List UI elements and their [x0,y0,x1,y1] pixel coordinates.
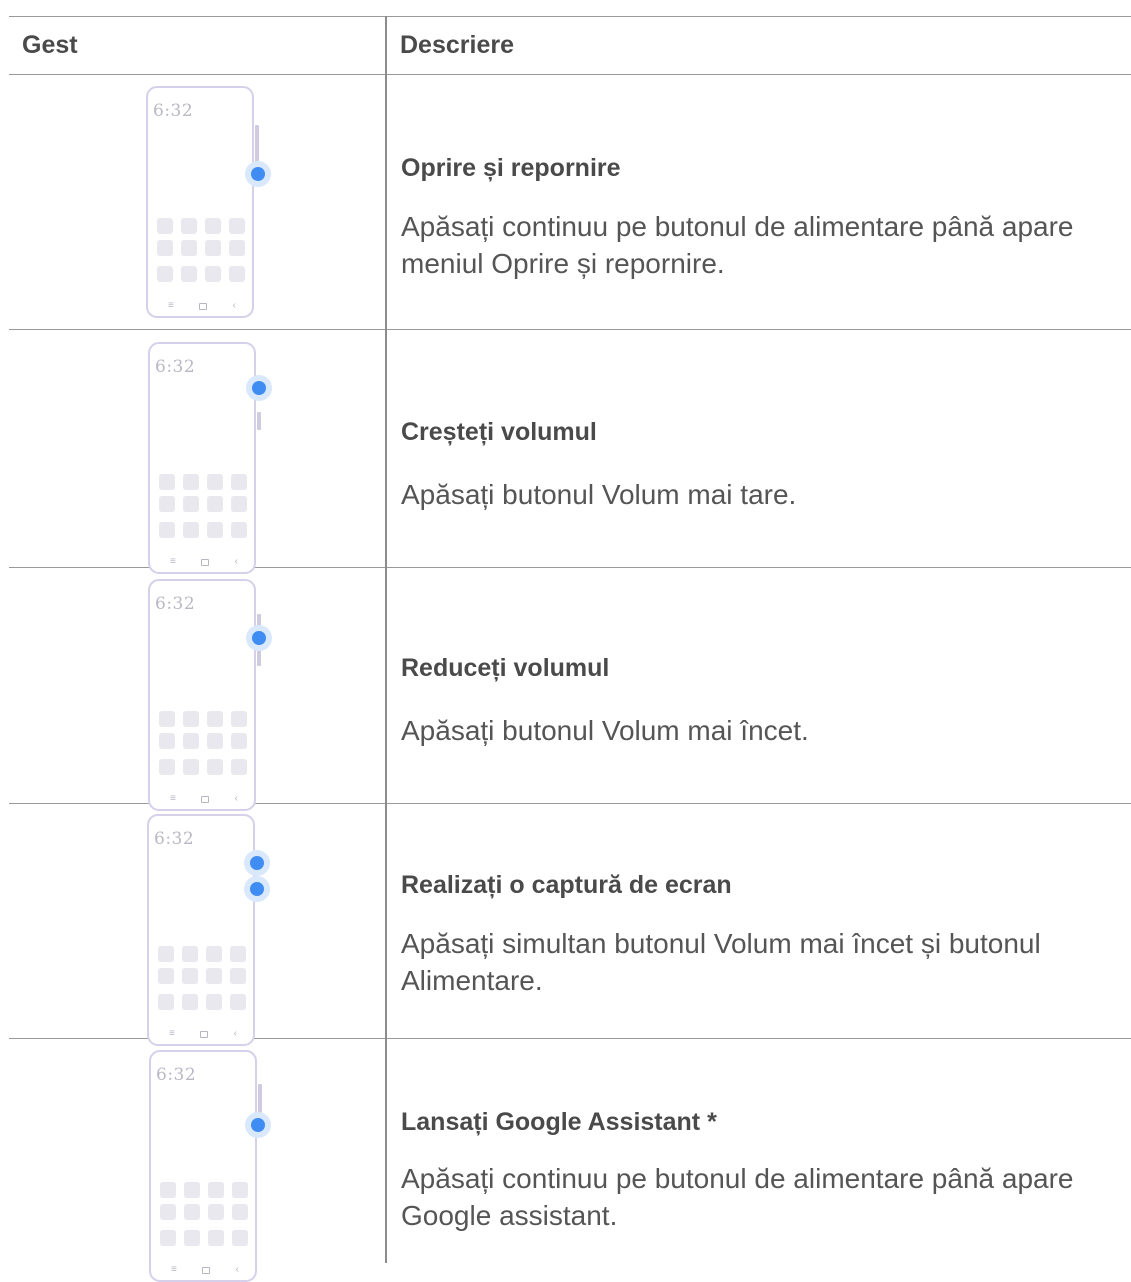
phone-illustration: 6:32 ≡ ‹ [148,579,256,811]
gesture-description: Apăsați butonul Volum mai tare. [401,479,797,510]
phone-illustration: 6:32 ≡ ‹ [148,342,256,574]
menu-icon: ≡ [169,1028,175,1039]
gesture-description: Apăsați continuu pe butonul de alimentar… [401,211,1074,279]
home-icon [201,796,210,803]
phone-clock: 6:32 [155,357,196,377]
gesture-title: Reduceți volumul [401,654,610,682]
nav-bar: ≡ ‹ [170,793,238,804]
press-indicator-icon [246,625,272,651]
home-icon [199,303,208,310]
app-grid [157,218,249,288]
nav-bar: ≡ ‹ [171,1264,239,1275]
home-icon [201,559,210,566]
back-icon: ‹ [232,300,236,311]
back-icon: ‹ [234,556,238,567]
menu-icon: ≡ [170,556,176,567]
app-grid [159,711,251,781]
gesture-title: Creșteți volumul [401,418,597,446]
nav-bar: ≡ ‹ [169,1028,237,1039]
column-divider [385,16,387,1263]
press-indicator-icon [244,850,270,876]
press-indicator-icon [246,375,272,401]
app-grid [158,946,250,1016]
back-icon: ‹ [235,1264,239,1275]
menu-icon: ≡ [168,300,174,311]
press-indicator-icon [245,161,271,187]
app-grid [160,1182,252,1252]
nav-bar: ≡ ‹ [168,300,236,311]
phone-clock: 6:32 [154,829,195,849]
app-grid [159,474,251,544]
phone-illustration: 6:32 ≡ ‹ [149,1050,257,1282]
phone-clock: 6:32 [156,1065,197,1085]
gesture-title: Realizați o captură de ecran [401,871,732,899]
phone-illustration: 6:32 ≡ ‹ [147,814,255,1046]
column-header-description: Descriere [400,31,514,59]
table-top-border [9,16,1131,17]
press-indicator-icon [245,1112,271,1138]
row-divider [9,329,1131,330]
menu-icon: ≡ [171,1264,177,1275]
power-button [255,125,259,163]
menu-icon: ≡ [170,793,176,804]
gesture-description: Apăsați butonul Volum mai încet. [401,715,809,746]
gesture-title: Lansați Google Assistant * [401,1108,717,1136]
column-header-gesture: Gest [22,31,78,59]
gesture-table: Gest Descriere 6:32 ≡ ‹ Oprire și reporni… [0,0,1131,1282]
phone-clock: 6:32 [153,101,194,121]
home-icon [202,1267,211,1274]
back-icon: ‹ [233,1028,237,1039]
gesture-title: Oprire și repornire [401,154,621,182]
nav-bar: ≡ ‹ [170,556,238,567]
header-divider [9,74,1131,75]
home-icon [200,1031,209,1038]
press-indicator-icon [244,876,270,902]
phone-illustration: 6:32 ≡ ‹ [146,86,254,318]
gesture-description: Apăsați continuu pe butonul de alimentar… [401,1163,1074,1231]
back-icon: ‹ [234,793,238,804]
volume-down-button [257,412,261,430]
phone-clock: 6:32 [155,594,196,614]
gesture-description: Apăsați simultan butonul Volum mai încet… [401,928,1041,996]
